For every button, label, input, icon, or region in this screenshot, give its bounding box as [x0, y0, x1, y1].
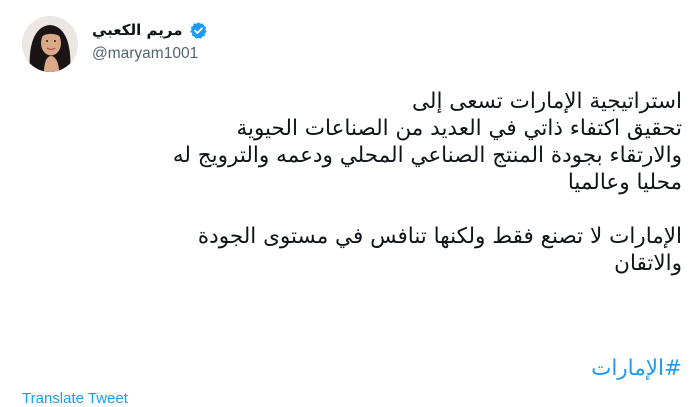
tweet-line: تحقيق اكتفاء ذاتي في العديد من الصناعات … [236, 116, 682, 141]
display-name[interactable]: مريم الكعبي [92, 21, 183, 39]
translate-tweet-link[interactable]: Translate Tweet [22, 390, 128, 407]
tweet-header: مريم الكعبي @maryam1001 [92, 18, 208, 66]
tweet-line: الإمارات لا تصنع فقط ولكنها تنافس في مست… [197, 224, 682, 249]
profile-photo-icon [22, 16, 78, 72]
tweet-card: مريم الكعبي @maryam1001 استراتيجية الإما… [0, 0, 700, 407]
tweet-line: والارتقاء بجودة المنتج الصناعي المحلي ود… [172, 143, 682, 168]
user-handle[interactable]: @maryam1001 [92, 45, 208, 63]
tweet-line: والاتقان [614, 251, 682, 276]
avatar[interactable] [22, 16, 78, 72]
name-row: مريم الكعبي [92, 18, 208, 42]
verified-badge-icon [189, 21, 207, 39]
tweet-line: استراتيجية الإمارات تسعى إلى [412, 89, 682, 114]
hashtag-link[interactable]: #الإمارات [591, 355, 682, 382]
tweet-line: محليا وعالميا [567, 170, 682, 195]
tweet-text: استراتيجية الإمارات تسعى إلى تحقيق اكتفا… [22, 88, 682, 277]
